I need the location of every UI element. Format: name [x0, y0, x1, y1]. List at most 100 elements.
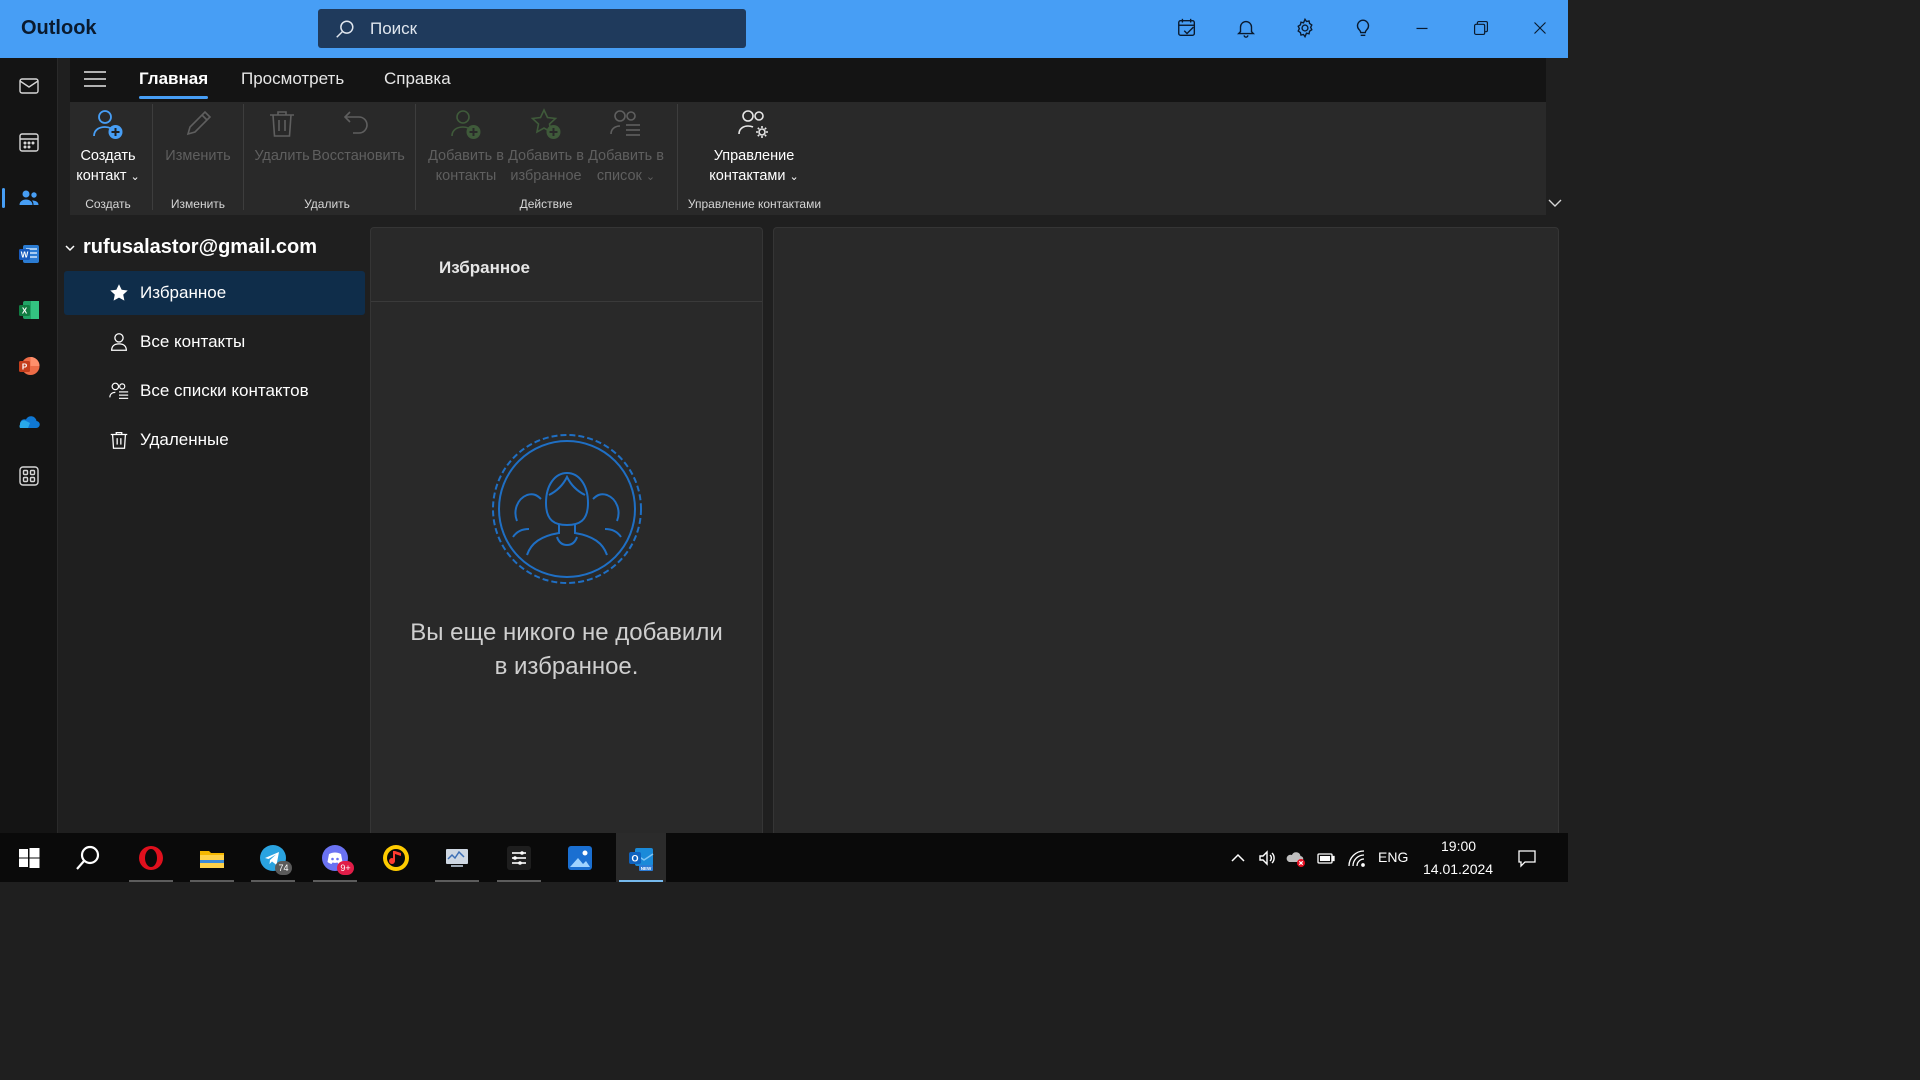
- add-to-contacts-label-1: Добавить в: [428, 148, 504, 164]
- tab-view[interactable]: Просмотреть: [241, 69, 344, 89]
- excel-icon[interactable]: X: [0, 286, 58, 334]
- onedrive-icon[interactable]: [0, 398, 58, 446]
- lightbulb-icon[interactable]: [1351, 16, 1375, 40]
- opera-icon[interactable]: [126, 833, 176, 882]
- manage-contacts-button[interactable]: Управление контактами ⌄: [696, 106, 812, 187]
- chevron-down-icon: ⌄: [789, 171, 799, 183]
- person-icon: [111, 333, 127, 351]
- contact-list-pane: Избранное Вы еще никого не добавили в из…: [370, 227, 763, 833]
- add-to-favorites-label-1: Добавить в: [508, 148, 584, 164]
- folder-label: Избранное: [140, 283, 227, 302]
- discord-badge: 9+: [337, 861, 354, 875]
- music-app-icon[interactable]: [371, 833, 421, 882]
- restore-button[interactable]: Восстановить: [312, 106, 405, 166]
- folder-item-favorites[interactable]: Избранное: [64, 271, 365, 315]
- star-add-icon: [530, 108, 561, 139]
- edit-contact-button[interactable]: Изменить: [160, 106, 236, 166]
- search-icon[interactable]: [63, 833, 113, 882]
- tab-home[interactable]: Главная: [139, 69, 209, 99]
- create-contact-button[interactable]: Создать контакт ⌄: [72, 106, 144, 187]
- app-title: Outlook: [21, 17, 97, 39]
- edit-label: Изменить: [165, 148, 231, 164]
- account-email: rufusalastor@gmail.com: [83, 236, 318, 258]
- bell-icon[interactable]: [1234, 16, 1258, 40]
- windows-taskbar: 74 9+ O NEW ENG 19:00 14.01.2024: [0, 833, 1568, 882]
- folder-item-all-contact-lists[interactable]: Все списки контактов: [64, 369, 365, 413]
- hamburger-menu-icon[interactable]: [84, 70, 106, 88]
- monitor-app-icon[interactable]: [432, 833, 482, 882]
- account-header[interactable]: rufusalastor@gmail.com: [64, 236, 317, 259]
- menu-bar: Главная Просмотреть Справка: [70, 58, 1546, 102]
- ribbon-separator: [152, 104, 153, 210]
- folder-label: Удаленные: [140, 430, 229, 449]
- notification-center-icon[interactable]: [1516, 847, 1538, 869]
- add-to-contacts-button[interactable]: Добавить в контакты: [426, 106, 506, 186]
- clock-date[interactable]: 14.01.2024: [1423, 861, 1493, 877]
- empty-state-line-2: в избранное.: [494, 653, 639, 680]
- folder-item-deleted[interactable]: Удаленные: [64, 418, 365, 462]
- trash-icon: [110, 432, 128, 449]
- title-bar: Outlook: [0, 0, 1568, 58]
- settings-sliders-icon[interactable]: [494, 833, 544, 882]
- create-contact-label-2: контакт: [76, 168, 127, 184]
- ribbon-separator: [677, 104, 678, 210]
- file-explorer-icon[interactable]: [187, 833, 237, 882]
- chevron-down-icon: ⌄: [645, 171, 656, 183]
- minimize-icon[interactable]: [1410, 16, 1434, 40]
- telegram-icon[interactable]: 74: [248, 833, 298, 882]
- telegram-badge: 74: [275, 861, 292, 875]
- people-icon[interactable]: [0, 174, 58, 222]
- delete-label: Удалить: [254, 148, 310, 164]
- clock-time[interactable]: 19:00: [1441, 838, 1476, 854]
- add-to-list-button[interactable]: Добавить в список ⌄: [586, 106, 666, 187]
- tab-help[interactable]: Справка: [384, 69, 451, 89]
- delete-button[interactable]: Удалить: [252, 106, 312, 166]
- svg-text:W: W: [21, 251, 29, 260]
- folder-item-all-contacts[interactable]: Все контакты: [64, 320, 365, 364]
- group-label-edit: Изменить: [170, 197, 226, 211]
- group-label-action: Действие: [519, 197, 573, 211]
- people-settings-icon: [738, 110, 768, 138]
- close-icon[interactable]: [1528, 16, 1552, 40]
- folder-label: Все контакты: [140, 332, 246, 351]
- language-indicator[interactable]: ENG: [1378, 849, 1408, 865]
- add-to-list-label-2: список: [596, 168, 642, 184]
- ribbon-separator: [243, 104, 244, 210]
- list-title: Избранное: [439, 258, 530, 277]
- search-input[interactable]: [370, 18, 710, 39]
- restore-label: Восстановить: [312, 148, 405, 164]
- volume-icon[interactable]: [1256, 847, 1278, 869]
- restore-icon[interactable]: [1469, 16, 1493, 40]
- add-to-favorites-button[interactable]: Добавить в избранное: [506, 106, 586, 186]
- powerpoint-icon[interactable]: P: [0, 342, 58, 390]
- group-label-create: Создать: [85, 197, 131, 211]
- apps-icon[interactable]: [0, 452, 58, 500]
- manage-contacts-label-2: контактами: [709, 168, 786, 184]
- list-header: Избранное: [371, 228, 762, 302]
- gear-icon[interactable]: [1293, 16, 1317, 40]
- outlook-new-icon[interactable]: O NEW: [616, 833, 666, 882]
- chevron-up-icon[interactable]: [1227, 847, 1249, 869]
- todo-icon[interactable]: [1175, 16, 1199, 40]
- battery-icon[interactable]: [1315, 847, 1337, 869]
- ribbon-expand-icon[interactable]: [1548, 198, 1562, 208]
- ribbon: Создать контакт ⌄ Создать Изменить Измен…: [70, 102, 1546, 215]
- photos-icon[interactable]: [555, 833, 605, 882]
- word-icon[interactable]: W: [0, 230, 58, 278]
- undo-icon: [343, 111, 368, 134]
- mail-icon[interactable]: [0, 62, 58, 110]
- svg-text:O: O: [631, 853, 638, 863]
- onedrive-error-icon[interactable]: [1285, 847, 1307, 869]
- add-person-icon: [93, 110, 123, 139]
- wifi-icon[interactable]: [1345, 847, 1367, 869]
- pencil-icon: [186, 110, 212, 136]
- reading-pane: [773, 227, 1559, 833]
- chevron-down-icon: [65, 244, 75, 251]
- search-box[interactable]: [318, 9, 746, 48]
- svg-text:X: X: [22, 307, 28, 316]
- ribbon-separator: [415, 104, 416, 210]
- discord-icon[interactable]: 9+: [310, 833, 360, 882]
- trash-icon: [270, 111, 294, 137]
- windows-start-icon[interactable]: [4, 833, 54, 882]
- calendar-icon[interactable]: [0, 118, 58, 166]
